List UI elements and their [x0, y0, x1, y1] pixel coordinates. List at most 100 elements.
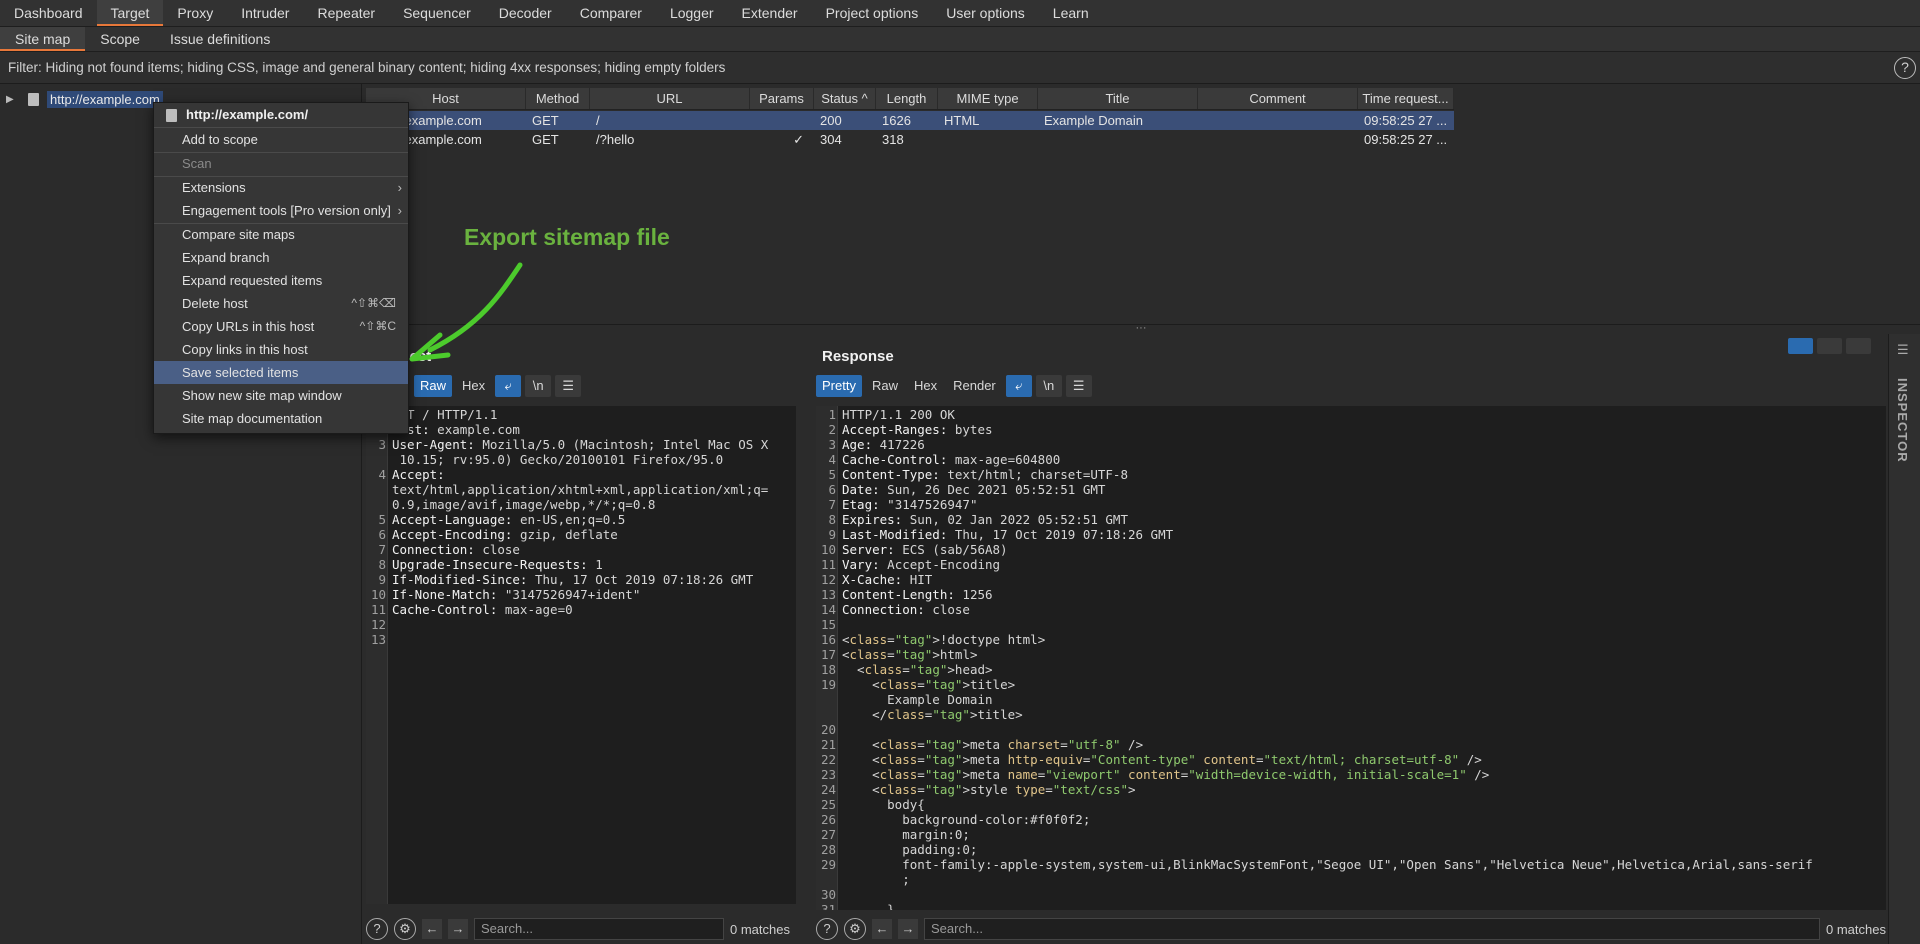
- menu-icon[interactable]: ☰: [1065, 375, 1092, 397]
- column-header[interactable]: Title: [1038, 88, 1198, 109]
- tab-logger[interactable]: Logger: [656, 0, 728, 26]
- tab-extender[interactable]: Extender: [728, 0, 812, 26]
- request-table: Host Method URL Params Status ^ Length MIME ty…: [362, 84, 1920, 324]
- inspector-label[interactable]: INSPECTOR: [1895, 378, 1910, 463]
- menu-item-copy-links-in-this-host[interactable]: Copy links in this host: [154, 338, 408, 361]
- arrow-right-icon[interactable]: →: [898, 919, 918, 939]
- raw-button[interactable]: Raw: [866, 375, 904, 397]
- column-header[interactable]: URL: [590, 88, 750, 109]
- subtab-issue-definitions[interactable]: Issue definitions: [155, 27, 285, 51]
- table-row[interactable]: http://example.com GET/200 1626 HTML Example…: [366, 111, 1454, 130]
- tree-node-host[interactable]: ▶ http://example.com: [6, 90, 163, 108]
- response-toolbar: Pretty Raw Hex Render ⤶ \n ☰: [816, 375, 1092, 397]
- split-vertical-icon[interactable]: [1817, 338, 1842, 354]
- filter-text[interactable]: Filter: Hiding not found items; hiding C…: [8, 60, 725, 75]
- help-icon[interactable]: ?: [816, 918, 838, 940]
- menu-item-engagement-tools-pro-version-only[interactable]: Engagement tools [Pro version only] ›: [154, 199, 408, 222]
- response-pane: Response Pretty Raw Hex Render ⤶ \n ☰ 1H…: [812, 334, 1886, 944]
- subtab-site-map[interactable]: Site map: [0, 27, 86, 51]
- tab-learn[interactable]: Learn: [1039, 0, 1103, 26]
- column-header[interactable]: Params: [750, 88, 814, 109]
- annotation-text: Export sitemap file: [464, 224, 670, 250]
- menu-item-show-new-site-map-window[interactable]: Show new site map window: [154, 384, 408, 407]
- column-header[interactable]: Time request...: [1358, 88, 1454, 109]
- request-editor[interactable]: 1GET / HTTP/1.12Host: example.com3User-A…: [366, 406, 796, 904]
- split-horizontal-icon[interactable]: [1788, 338, 1813, 354]
- table-row[interactable]: http://example.com GET/?hello ✓ 304 318 09:58…: [366, 130, 1454, 149]
- raw-button[interactable]: Raw: [414, 375, 453, 397]
- pane-divider-handle[interactable]: ···: [362, 323, 1920, 334]
- table-cell: Example Domain: [1044, 113, 1143, 128]
- menu-item-expand-branch[interactable]: Expand branch: [154, 246, 408, 269]
- tab-comparer[interactable]: Comparer: [566, 0, 656, 26]
- request-bottom-bar: ? ⚙ ← → Search... 0 matches: [366, 914, 790, 944]
- table-cell: /?hello: [596, 132, 635, 147]
- table-cell: /: [596, 113, 600, 128]
- menu-item-delete-host[interactable]: Delete host ^⇧⌘⌫: [154, 292, 408, 315]
- pretty-button[interactable]: Pretty: [816, 375, 862, 397]
- tab-project-options[interactable]: Project options: [812, 0, 933, 26]
- wrap-icon[interactable]: ⤶: [1005, 375, 1032, 397]
- tab-target[interactable]: Target: [96, 0, 164, 26]
- tab-dashboard[interactable]: Dashboard: [0, 0, 97, 26]
- tab-decoder[interactable]: Decoder: [485, 0, 566, 26]
- menu-item-copy-urls-in-this-host[interactable]: Copy URLs in this host ^⇧⌘C: [154, 315, 408, 338]
- hex-button[interactable]: Hex: [908, 375, 943, 397]
- render-button[interactable]: Render: [947, 375, 1002, 397]
- wrap-icon[interactable]: ⤶: [495, 375, 522, 397]
- menu-item-extensions[interactable]: Extensions ›: [154, 176, 408, 199]
- column-header[interactable]: Length: [876, 88, 938, 109]
- menu-item-save-selected-items[interactable]: Save selected items: [154, 361, 408, 384]
- tab-sequencer[interactable]: Sequencer: [389, 0, 485, 26]
- chevron-right-icon: ›: [397, 203, 402, 218]
- tree-node-label[interactable]: http://example.com: [47, 90, 163, 108]
- menu-item-compare-site-maps[interactable]: Compare site maps: [154, 223, 408, 246]
- hex-button[interactable]: Hex: [456, 375, 491, 397]
- arrow-left-icon[interactable]: ←: [422, 919, 442, 939]
- help-icon[interactable]: ?: [1894, 57, 1916, 79]
- menu-item-scan[interactable]: Scan: [154, 152, 408, 175]
- response-editor[interactable]: 1 HTTP/1.1 200 OK 2 Accept-Ranges: bytes 3 Ag…: [816, 406, 1886, 910]
- response-bottom-bar: ? ⚙ ← → Search... 0 matches: [816, 914, 1886, 944]
- inspector-menu-icon[interactable]: ☰: [1897, 342, 1909, 358]
- single-pane-icon[interactable]: [1846, 338, 1871, 354]
- filter-bar[interactable]: Filter: Hiding not found items; hiding C…: [0, 52, 1920, 84]
- column-header[interactable]: Status ^: [814, 88, 876, 109]
- subtab-scope[interactable]: Scope: [85, 27, 155, 51]
- table-cell: [750, 111, 814, 130]
- arrow-right-icon[interactable]: →: [448, 919, 468, 939]
- inspector-panel[interactable]: ☰ INSPECTOR: [1888, 334, 1920, 944]
- response-search-input[interactable]: Search...: [924, 918, 1820, 940]
- table-cell: 304: [820, 132, 842, 147]
- response-match-count: 0 matches: [1826, 921, 1886, 937]
- request-match-count: 0 matches: [730, 921, 790, 937]
- tab-proxy[interactable]: Proxy: [163, 0, 227, 26]
- newline-icon[interactable]: \n: [1035, 375, 1062, 397]
- menu-icon[interactable]: ☰: [555, 375, 582, 397]
- table-cell: [1198, 111, 1358, 130]
- menu-item-expand-requested-items[interactable]: Expand requested items: [154, 269, 408, 292]
- chevron-right-icon[interactable]: ▶: [6, 94, 20, 105]
- tab-repeater[interactable]: Repeater: [303, 0, 389, 26]
- request-pane: Request Raw Hex ⤶ \n ☰ 1GET / HTTP/1.12H…: [362, 334, 796, 944]
- table-cell: 200: [820, 113, 842, 128]
- tab-intruder[interactable]: Intruder: [227, 0, 303, 26]
- gear-icon[interactable]: ⚙: [844, 918, 866, 940]
- sub-tab-bar: Site map Scope Issue definitions: [0, 27, 1920, 52]
- table-cell: [1198, 130, 1358, 149]
- table-cell: [938, 130, 1038, 149]
- newline-icon[interactable]: \n: [525, 375, 552, 397]
- context-menu: http://example.com/ Add to scope Scan Exte…: [153, 102, 409, 434]
- menu-shortcut: ^⇧⌘C: [359, 319, 396, 333]
- arrow-left-icon[interactable]: ←: [872, 919, 892, 939]
- request-search-input[interactable]: Search...: [474, 918, 724, 940]
- column-header[interactable]: MIME type: [938, 88, 1038, 109]
- column-header[interactable]: Comment: [1198, 88, 1358, 109]
- tab-user-options[interactable]: User options: [932, 0, 1039, 26]
- menu-item-site-map-documentation[interactable]: Site map documentation: [154, 407, 408, 430]
- help-icon[interactable]: ?: [366, 918, 388, 940]
- menu-item-add-to-scope[interactable]: Add to scope: [154, 128, 408, 151]
- table-cell: 09:58:25 27 ...: [1364, 113, 1448, 128]
- gear-icon[interactable]: ⚙: [394, 918, 416, 940]
- column-header[interactable]: Method: [526, 88, 590, 109]
